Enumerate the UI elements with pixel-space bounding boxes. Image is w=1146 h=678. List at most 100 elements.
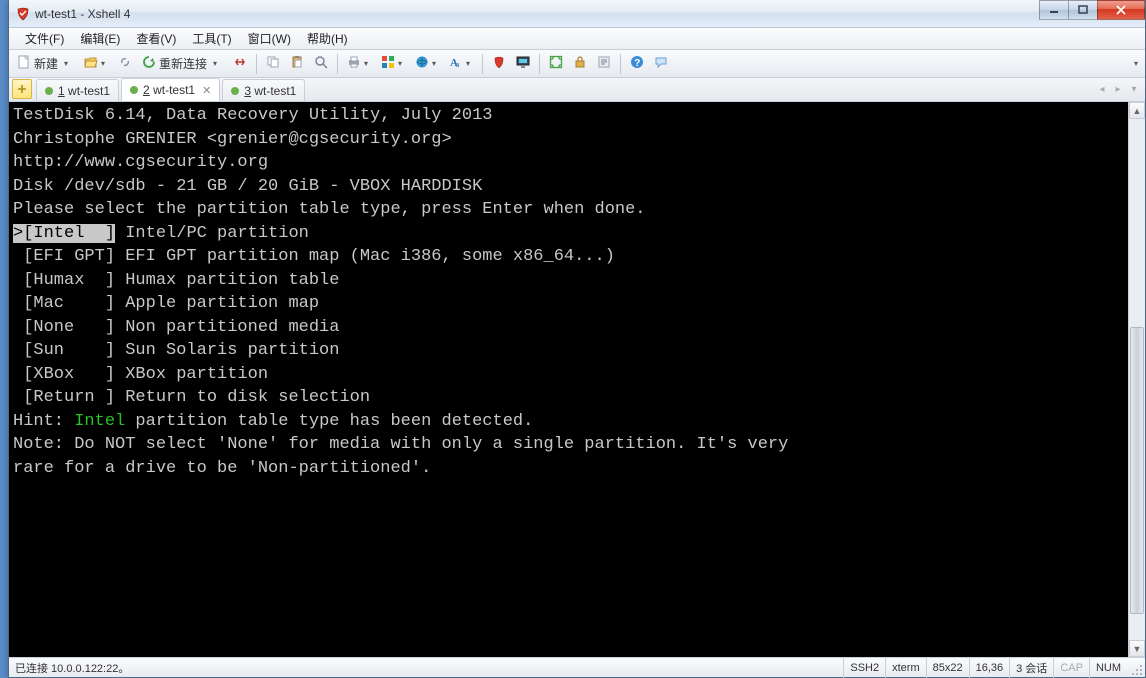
tab-close-button[interactable]: ✕ — [202, 84, 211, 97]
status-protocol: SSH2 — [843, 658, 885, 678]
link-icon — [118, 55, 132, 72]
terminal-line: [Mac ] Apple partition map — [13, 292, 1128, 316]
menu-tools[interactable]: 工具(T) — [184, 28, 239, 49]
link-button[interactable] — [114, 53, 136, 75]
font-button[interactable]: Aa ▾ — [445, 53, 477, 75]
help-icon: ? — [630, 55, 644, 72]
scroll-track[interactable] — [1129, 119, 1145, 640]
reconnect-icon — [142, 55, 156, 72]
maximize-button[interactable] — [1068, 0, 1098, 20]
statusbar: 已连接 10.0.0.122:22。 SSH2 xterm 85x22 16,3… — [9, 657, 1145, 677]
chat-icon — [654, 55, 668, 72]
terminal-line: Christophe GRENIER <grenier@cgsecurity.o… — [13, 128, 1128, 152]
fullscreen-icon — [549, 55, 563, 72]
terminal-line: Please select the partition table type, … — [13, 198, 1128, 222]
titlebar: wt-test1 - Xshell 4 — [9, 0, 1145, 28]
folder-open-icon — [84, 55, 98, 72]
globe-icon — [415, 55, 429, 72]
menu-edit[interactable]: 编辑(E) — [72, 28, 128, 49]
tab-index: 2 — [143, 83, 150, 97]
properties-icon — [597, 55, 611, 72]
tab-label: wt-test1 — [68, 84, 110, 98]
printer-icon — [347, 55, 361, 72]
toolbar: 新建 ▾ ▾ 重新连接 ▾ — [9, 50, 1145, 78]
terminal-line: Disk /dev/sdb - 21 GB / 20 GiB - VBOX HA… — [13, 175, 1128, 199]
terminal-line: [Humax ] Humax partition table — [13, 269, 1128, 293]
globe-button[interactable]: ▾ — [411, 53, 443, 75]
status-dot-icon — [130, 86, 138, 94]
terminal-line: rare for a drive to be 'Non-partitioned'… — [13, 457, 1128, 481]
separator-icon — [256, 54, 257, 74]
window-title: wt-test1 - Xshell 4 — [35, 7, 130, 21]
status-dot-icon — [231, 87, 239, 95]
search-icon — [314, 55, 328, 72]
lock-button[interactable] — [569, 53, 591, 75]
new-button[interactable]: 新建 ▾ — [13, 53, 78, 75]
terminal-line: [None ] Non partitioned media — [13, 316, 1128, 340]
paste-icon — [290, 55, 304, 72]
tab-index: 1 — [58, 84, 65, 98]
help-button[interactable]: ? — [626, 53, 648, 75]
menu-view[interactable]: 查看(V) — [128, 28, 184, 49]
terminal-area: TestDisk 6.14, Data Recovery Utility, Ju… — [9, 102, 1145, 657]
palette-icon — [381, 55, 395, 72]
fullscreen-button[interactable] — [545, 53, 567, 75]
menu-window[interactable]: 窗口(W) — [240, 28, 299, 49]
print-button[interactable]: ▾ — [343, 53, 375, 75]
tab-scroll-right-button[interactable]: ▸ — [1111, 81, 1125, 97]
status-num: NUM — [1089, 658, 1127, 678]
separator-icon — [539, 54, 540, 74]
tab-2[interactable]: 2 wt-test1 ✕ — [121, 78, 220, 101]
tab-1[interactable]: 1 wt-test1 — [36, 79, 119, 101]
open-button[interactable]: ▾ — [80, 53, 112, 75]
separator-icon — [620, 54, 621, 74]
scroll-up-button[interactable]: ▲ — [1129, 102, 1145, 119]
status-right: SSH2 xterm 85x22 16,36 3 会话 CAP NUM — [843, 658, 1127, 678]
tab-scroll-left-button[interactable]: ◂ — [1095, 81, 1109, 97]
properties-button[interactable] — [593, 53, 615, 75]
terminal-line-selected: >[Intel ] Intel/PC partition — [13, 222, 1128, 246]
color-scheme-button[interactable]: ▾ — [377, 53, 409, 75]
terminal-line: [Return ] Return to disk selection — [13, 386, 1128, 410]
xshell-icon — [492, 55, 506, 72]
tabbar: 1 wt-test1 2 wt-test1 ✕ 3 wt-test1 ◂ ▸ ▾ — [9, 78, 1145, 102]
separator-icon — [482, 54, 483, 74]
screen-button[interactable] — [512, 53, 534, 75]
menu-file[interactable]: 文件(F) — [17, 28, 72, 49]
paste-button[interactable] — [286, 53, 308, 75]
terminal-line-hint: Hint: Intel partition table type has bee… — [13, 410, 1128, 434]
xshell-button[interactable] — [488, 53, 510, 75]
chevron-down-icon: ▾ — [361, 59, 371, 68]
menubar: 文件(F) 编辑(E) 查看(V) 工具(T) 窗口(W) 帮助(H) — [9, 28, 1145, 50]
new-label: 新建 — [34, 55, 58, 72]
terminal-line: TestDisk 6.14, Data Recovery Utility, Ju… — [13, 104, 1128, 128]
window-controls — [1040, 0, 1145, 20]
resize-grip-icon[interactable] — [1131, 664, 1143, 676]
find-button[interactable] — [310, 53, 332, 75]
status-connection: 已连接 10.0.0.122:22。 — [9, 660, 129, 676]
copy-button[interactable] — [262, 53, 284, 75]
scroll-down-button[interactable]: ▼ — [1129, 640, 1145, 657]
add-tab-button[interactable] — [12, 79, 32, 99]
chat-button[interactable] — [650, 53, 672, 75]
terminal[interactable]: TestDisk 6.14, Data Recovery Utility, Ju… — [9, 102, 1128, 657]
svg-text:?: ? — [634, 58, 640, 69]
tab-3[interactable]: 3 wt-test1 — [222, 79, 305, 101]
reconnect-button[interactable]: 重新连接 ▾ — [138, 53, 227, 75]
tab-label: wt-test1 — [254, 84, 296, 98]
tab-list-button[interactable]: ▾ — [1127, 81, 1141, 97]
selected-desc: Intel/PC partition — [115, 224, 309, 243]
minimize-button[interactable] — [1039, 0, 1069, 20]
app-icon — [15, 6, 31, 22]
menu-help[interactable]: 帮助(H) — [299, 28, 356, 49]
chevron-down-icon: ▾ — [98, 59, 108, 68]
disconnect-button[interactable] — [229, 53, 251, 75]
status-dot-icon — [45, 87, 53, 95]
scroll-thumb[interactable] — [1130, 327, 1144, 614]
new-file-icon — [17, 55, 31, 72]
scrollbar[interactable]: ▲ ▼ — [1128, 102, 1145, 657]
hint-highlight: Intel — [74, 412, 125, 431]
terminal-line: [Sun ] Sun Solaris partition — [13, 339, 1128, 363]
toolbar-overflow-button[interactable]: ▾ — [1131, 59, 1141, 68]
close-button[interactable] — [1097, 0, 1145, 20]
